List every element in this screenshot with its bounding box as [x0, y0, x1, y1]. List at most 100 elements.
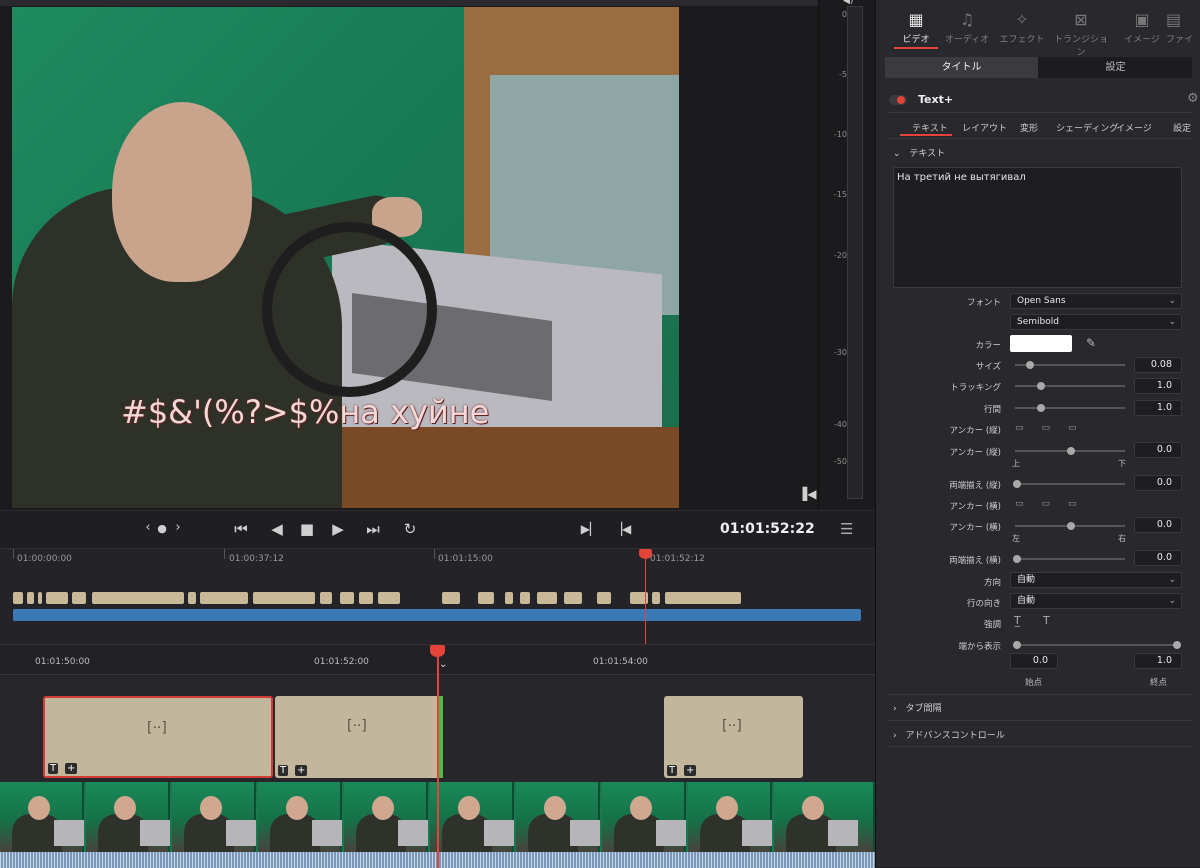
- go-to-end-button[interactable]: ⏭: [362, 520, 384, 538]
- slider-knob[interactable]: [1013, 555, 1021, 563]
- overview-clip[interactable]: [188, 592, 196, 604]
- overview-clip[interactable]: [13, 592, 23, 604]
- skip-to-end-icon[interactable]: ▐◀: [798, 487, 816, 501]
- color-swatch[interactable]: [1010, 335, 1072, 352]
- overview-clip[interactable]: [520, 592, 530, 604]
- overview-clip[interactable]: [92, 592, 184, 604]
- slider-knob[interactable]: [1013, 480, 1021, 488]
- jog-next-icon[interactable]: ›: [167, 520, 189, 535]
- control-tab-text[interactable]: テキスト: [912, 121, 948, 134]
- go-to-start-button[interactable]: ⏮: [230, 520, 252, 538]
- tab-transition[interactable]: ⊠ トランジション: [1052, 10, 1110, 58]
- tab-audio[interactable]: ♫ オーディオ: [938, 10, 996, 45]
- video-frame[interactable]: [12, 7, 679, 508]
- size-value[interactable]: 0.08: [1134, 357, 1182, 373]
- justify-h-value[interactable]: 0.0: [1134, 550, 1182, 566]
- write-on-start-value[interactable]: 0.0: [1010, 653, 1058, 669]
- overview-clip[interactable]: [652, 592, 660, 604]
- section-tab-spacing[interactable]: › タブ間隔: [893, 701, 942, 714]
- stop-button[interactable]: ■: [296, 520, 318, 538]
- direction-select[interactable]: 自動 ⌄: [1010, 572, 1182, 588]
- write-on-end-value[interactable]: 1.0: [1134, 653, 1182, 669]
- tracking-value[interactable]: 1.0: [1134, 378, 1182, 394]
- slider-knob[interactable]: [1067, 522, 1075, 530]
- line-spacing-slider[interactable]: [1015, 404, 1125, 412]
- title-clip[interactable]: [··] T +: [664, 696, 803, 778]
- control-tab-settings[interactable]: 設定: [1173, 121, 1191, 134]
- line-spacing-value[interactable]: 1.0: [1134, 400, 1182, 416]
- subtab-settings[interactable]: 設定: [1039, 57, 1192, 78]
- overview-clip[interactable]: [38, 592, 42, 604]
- anchor-h-value[interactable]: 0.0: [1134, 517, 1182, 533]
- overview-playhead-handle[interactable]: [639, 549, 652, 559]
- hamburger-menu-icon[interactable]: ☰: [840, 520, 853, 538]
- subtab-title[interactable]: タイトル: [885, 57, 1038, 78]
- overview-clip[interactable]: [46, 592, 68, 604]
- speaker-icon[interactable]: ◀): [843, 0, 853, 6]
- overview-clip[interactable]: [359, 592, 373, 604]
- size-slider[interactable]: [1015, 361, 1125, 369]
- tab-image[interactable]: ▣ イメージ: [1113, 10, 1171, 45]
- overview-clip[interactable]: [665, 592, 741, 604]
- timeline-playhead-handle[interactable]: [430, 645, 445, 657]
- overview-clip[interactable]: [442, 592, 460, 604]
- strikethrough-icon[interactable]: T: [1043, 614, 1050, 627]
- overview-clip[interactable]: [478, 592, 494, 604]
- control-tab-shading[interactable]: シェーディング: [1056, 121, 1118, 134]
- control-tab-layout[interactable]: レイアウト: [962, 121, 1007, 134]
- overview-clip[interactable]: [378, 592, 400, 604]
- slider-knob[interactable]: [1037, 382, 1045, 390]
- slider-knob-end[interactable]: [1173, 641, 1181, 649]
- control-tab-transform[interactable]: 変形: [1020, 121, 1038, 134]
- anchor-v-slider[interactable]: [1015, 447, 1125, 455]
- anchor-h-buttons[interactable]: ▭▭▭: [1015, 499, 1095, 509]
- anchor-h-slider[interactable]: [1015, 522, 1125, 530]
- overview-clip[interactable]: [340, 592, 354, 604]
- overview-clip[interactable]: [200, 592, 248, 604]
- justify-h-slider[interactable]: [1013, 555, 1125, 563]
- tab-effects[interactable]: ✧ エフェクト: [993, 10, 1051, 45]
- timeline-playhead[interactable]: [437, 645, 439, 868]
- prev-clip-button[interactable]: ▕◀: [611, 522, 633, 536]
- next-clip-button[interactable]: ▶▏: [579, 522, 601, 536]
- reset-icon[interactable]: ⚙: [1187, 91, 1199, 106]
- tab-file[interactable]: ▤ ファイ: [1166, 10, 1200, 45]
- slider-knob[interactable]: [1067, 447, 1075, 455]
- write-on-range-slider[interactable]: [1013, 641, 1181, 649]
- slider-knob[interactable]: [1026, 361, 1034, 369]
- line-direction-select[interactable]: 自動 ⌄: [1010, 593, 1182, 609]
- overview-clip[interactable]: [564, 592, 582, 604]
- loop-button[interactable]: ↻: [399, 520, 421, 538]
- underline-icon[interactable]: T̲: [1014, 614, 1021, 627]
- title-clip[interactable]: [··] T +: [275, 696, 441, 778]
- text-input[interactable]: На третий не вытягивал: [893, 167, 1182, 288]
- play-reverse-button[interactable]: ◀: [266, 520, 288, 538]
- tab-video[interactable]: ▦ ビデオ: [887, 10, 945, 45]
- overview-playhead[interactable]: [645, 549, 646, 645]
- effect-enable-toggle[interactable]: [889, 95, 907, 105]
- main-timeline[interactable]: 01:01:50:00 01:01:52:00 01:01:54:00 [··]…: [0, 644, 875, 868]
- overview-clip[interactable]: [72, 592, 86, 604]
- control-tab-image[interactable]: イメージ: [1116, 121, 1152, 134]
- overview-clip[interactable]: [253, 592, 315, 604]
- overview-video-track[interactable]: [13, 609, 861, 621]
- eyedropper-icon[interactable]: ✎: [1086, 336, 1096, 350]
- subtitle-overlay[interactable]: #$&'(%?>$%на хуйне: [121, 393, 681, 431]
- font-style-select[interactable]: Semibold ⌄: [1010, 314, 1182, 330]
- overview-clip[interactable]: [505, 592, 513, 604]
- justify-v-slider[interactable]: [1013, 480, 1125, 488]
- slider-knob[interactable]: [1037, 404, 1045, 412]
- anchor-v-value[interactable]: 0.0: [1134, 442, 1182, 458]
- justify-v-value[interactable]: 0.0: [1134, 475, 1182, 491]
- overview-clip[interactable]: [597, 592, 611, 604]
- anchor-v-buttons[interactable]: ▭▭▭: [1015, 423, 1095, 433]
- tracking-slider[interactable]: [1015, 382, 1125, 390]
- title-clip[interactable]: [··] T +: [43, 696, 273, 778]
- overview-clip[interactable]: [27, 592, 34, 604]
- overview-timeline[interactable]: 01:00:00:00 01:00:37:12 01:01:15:00 01:0…: [0, 548, 875, 645]
- section-advanced-controls[interactable]: › アドバンスコントロール: [893, 728, 1005, 741]
- section-text-header[interactable]: ⌄ テキスト: [893, 146, 945, 159]
- overview-clip[interactable]: [320, 592, 332, 604]
- play-button[interactable]: ▶: [327, 520, 349, 538]
- font-family-select[interactable]: Open Sans ⌄: [1010, 293, 1182, 309]
